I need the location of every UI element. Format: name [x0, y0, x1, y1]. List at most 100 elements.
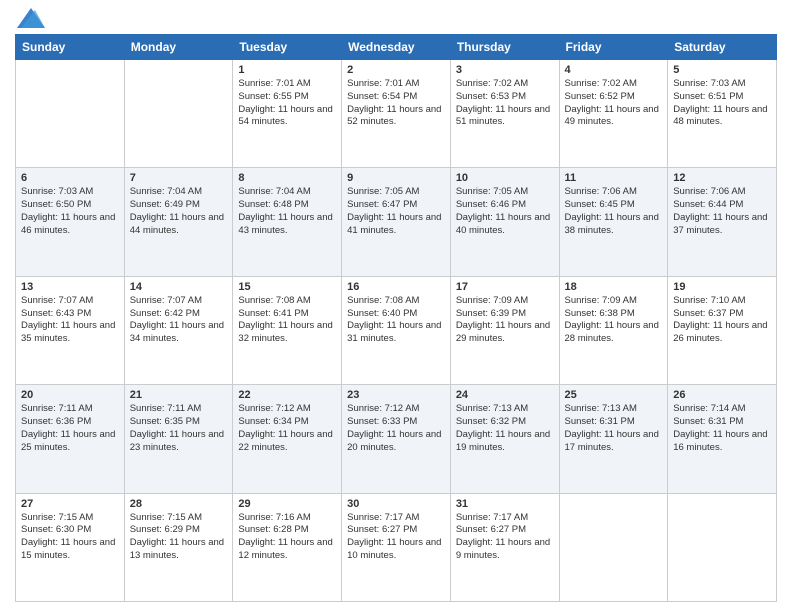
cell-info: Sunrise: 7:10 AMSunset: 6:37 PMDaylight:…: [673, 295, 771, 346]
cell-info: Sunrise: 7:02 AMSunset: 6:52 PMDaylight:…: [565, 78, 663, 129]
cell-info: Sunrise: 7:11 AMSunset: 6:35 PMDaylight:…: [130, 403, 228, 454]
week-row-1: 1Sunrise: 7:01 AMSunset: 6:55 PMDaylight…: [16, 60, 777, 168]
cell-day-number: 9: [347, 172, 445, 184]
cell-info: Sunrise: 7:06 AMSunset: 6:45 PMDaylight:…: [565, 186, 663, 237]
weekday-header-saturday: Saturday: [668, 35, 777, 60]
cell-day-number: 1: [238, 64, 336, 76]
calendar-cell: 4 Sunrise: 7:02 AMSunset: 6:52 PMDaylight…: [559, 60, 668, 168]
cell-info: Sunrise: 7:05 AMSunset: 6:46 PMDaylight:…: [456, 186, 554, 237]
calendar-cell: 28Sunrise: 7:15 AMSunset: 6:29 PMDayligh…: [124, 493, 233, 601]
cell-info: Sunrise: 7:13 AMSunset: 6:32 PMDaylight:…: [456, 403, 554, 454]
page: SundayMondayTuesdayWednesdayThursdayFrid…: [0, 0, 792, 612]
calendar-cell: [559, 493, 668, 601]
cell-info: Sunrise: 7:05 AMSunset: 6:47 PMDaylight:…: [347, 186, 445, 237]
calendar-cell: 22 Sunrise: 7:12 AMSunset: 6:34 PMDayligh…: [233, 385, 342, 493]
calendar-cell: 3 Sunrise: 7:02 AMSunset: 6:53 PMDaylight…: [450, 60, 559, 168]
weekday-header-thursday: Thursday: [450, 35, 559, 60]
cell-day-number: 27: [21, 498, 119, 510]
calendar-cell: 26 Sunrise: 7:14 AMSunset: 6:31 PMDayligh…: [668, 385, 777, 493]
cell-info: Sunrise: 7:09 AMSunset: 6:39 PMDaylight:…: [456, 295, 554, 346]
cell-info: Sunrise: 7:09 AMSunset: 6:38 PMDaylight:…: [565, 295, 663, 346]
cell-day-number: 11: [565, 172, 663, 184]
cell-day-number: 31: [456, 498, 554, 510]
week-row-2: 6Sunrise: 7:03 AMSunset: 6:50 PMDaylight…: [16, 168, 777, 276]
cell-day-number: 5: [673, 64, 771, 76]
cell-day-number: 10: [456, 172, 554, 184]
calendar-cell: 25 Sunrise: 7:13 AMSunset: 6:31 PMDayligh…: [559, 385, 668, 493]
cell-day-number: 29: [238, 498, 336, 510]
weekday-header-sunday: Sunday: [16, 35, 125, 60]
cell-info: Sunrise: 7:02 AMSunset: 6:53 PMDaylight:…: [456, 78, 554, 129]
cell-info: Sunrise: 7:16 AMSunset: 6:28 PMDaylight:…: [238, 512, 336, 563]
cell-info: Sunrise: 7:04 AMSunset: 6:49 PMDaylight:…: [130, 186, 228, 237]
calendar-cell: 16 Sunrise: 7:08 AMSunset: 6:40 PMDayligh…: [342, 276, 451, 384]
cell-day-number: 18: [565, 281, 663, 293]
cell-info: Sunrise: 7:13 AMSunset: 6:31 PMDaylight:…: [565, 403, 663, 454]
calendar-cell: [124, 60, 233, 168]
cell-day-number: 17: [456, 281, 554, 293]
calendar-cell: 5 Sunrise: 7:03 AMSunset: 6:51 PMDaylight…: [668, 60, 777, 168]
cell-day-number: 8: [238, 172, 336, 184]
cell-day-number: 16: [347, 281, 445, 293]
cell-info: Sunrise: 7:12 AMSunset: 6:34 PMDaylight:…: [238, 403, 336, 454]
weekday-header-tuesday: Tuesday: [233, 35, 342, 60]
calendar-cell: 2 Sunrise: 7:01 AMSunset: 6:54 PMDaylight…: [342, 60, 451, 168]
cell-info: Sunrise: 7:15 AMSunset: 6:29 PMDaylight:…: [130, 512, 228, 563]
cell-day-number: 14: [130, 281, 228, 293]
calendar-cell: 13 Sunrise: 7:07 AMSunset: 6:43 PMDayligh…: [16, 276, 125, 384]
cell-day-number: 19: [673, 281, 771, 293]
cell-day-number: 30: [347, 498, 445, 510]
cell-info: Sunrise: 7:17 AMSunset: 6:27 PMDaylight:…: [456, 512, 554, 563]
calendar-cell: [668, 493, 777, 601]
calendar-cell: [16, 60, 125, 168]
cell-day-number: 25: [565, 389, 663, 401]
calendar-cell: 15 Sunrise: 7:08 AMSunset: 6:41 PMDayligh…: [233, 276, 342, 384]
calendar-cell: 29 Sunrise: 7:16 AMSunset: 6:28 PMDayligh…: [233, 493, 342, 601]
week-row-4: 20Sunrise: 7:11 AMSunset: 6:36 PMDayligh…: [16, 385, 777, 493]
calendar-table: SundayMondayTuesdayWednesdayThursdayFrid…: [15, 34, 777, 602]
cell-info: Sunrise: 7:08 AMSunset: 6:41 PMDaylight:…: [238, 295, 336, 346]
cell-day-number: 15: [238, 281, 336, 293]
calendar-cell: 7 Sunrise: 7:04 AMSunset: 6:49 PMDaylight…: [124, 168, 233, 276]
cell-day-number: 23: [347, 389, 445, 401]
cell-day-number: 13: [21, 281, 119, 293]
cell-info: Sunrise: 7:07 AMSunset: 6:42 PMDaylight:…: [130, 295, 228, 346]
cell-day-number: 6: [21, 172, 119, 184]
calendar-cell: 1Sunrise: 7:01 AMSunset: 6:55 PMDaylight…: [233, 60, 342, 168]
calendar-cell: 24Sunrise: 7:13 AMSunset: 6:32 PMDayligh…: [450, 385, 559, 493]
cell-day-number: 7: [130, 172, 228, 184]
calendar-cell: 8Sunrise: 7:04 AMSunset: 6:48 PMDaylight…: [233, 168, 342, 276]
calendar-cell: 27 Sunrise: 7:15 AMSunset: 6:30 PMDayligh…: [16, 493, 125, 601]
cell-info: Sunrise: 7:15 AMSunset: 6:30 PMDaylight:…: [21, 512, 119, 563]
weekday-header-wednesday: Wednesday: [342, 35, 451, 60]
calendar-cell: 18 Sunrise: 7:09 AMSunset: 6:38 PMDayligh…: [559, 276, 668, 384]
calendar-cell: 9 Sunrise: 7:05 AMSunset: 6:47 PMDaylight…: [342, 168, 451, 276]
week-row-5: 27 Sunrise: 7:15 AMSunset: 6:30 PMDayligh…: [16, 493, 777, 601]
cell-info: Sunrise: 7:14 AMSunset: 6:31 PMDaylight:…: [673, 403, 771, 454]
calendar-cell: 21 Sunrise: 7:11 AMSunset: 6:35 PMDayligh…: [124, 385, 233, 493]
weekday-header-monday: Monday: [124, 35, 233, 60]
weekday-header-row: SundayMondayTuesdayWednesdayThursdayFrid…: [16, 35, 777, 60]
cell-day-number: 12: [673, 172, 771, 184]
cell-info: Sunrise: 7:11 AMSunset: 6:36 PMDaylight:…: [21, 403, 119, 454]
cell-info: Sunrise: 7:01 AMSunset: 6:54 PMDaylight:…: [347, 78, 445, 129]
cell-day-number: 26: [673, 389, 771, 401]
cell-info: Sunrise: 7:12 AMSunset: 6:33 PMDaylight:…: [347, 403, 445, 454]
cell-day-number: 22: [238, 389, 336, 401]
cell-info: Sunrise: 7:08 AMSunset: 6:40 PMDaylight:…: [347, 295, 445, 346]
calendar-cell: 12 Sunrise: 7:06 AMSunset: 6:44 PMDayligh…: [668, 168, 777, 276]
cell-day-number: 3: [456, 64, 554, 76]
cell-day-number: 2: [347, 64, 445, 76]
calendar-cell: 10 Sunrise: 7:05 AMSunset: 6:46 PMDayligh…: [450, 168, 559, 276]
logo-icon: [17, 8, 45, 28]
cell-day-number: 21: [130, 389, 228, 401]
cell-info: Sunrise: 7:03 AMSunset: 6:51 PMDaylight:…: [673, 78, 771, 129]
cell-info: Sunrise: 7:07 AMSunset: 6:43 PMDaylight:…: [21, 295, 119, 346]
logo: [15, 10, 45, 26]
calendar-cell: 23 Sunrise: 7:12 AMSunset: 6:33 PMDayligh…: [342, 385, 451, 493]
calendar-cell: 30 Sunrise: 7:17 AMSunset: 6:27 PMDayligh…: [342, 493, 451, 601]
cell-day-number: 4: [565, 64, 663, 76]
cell-info: Sunrise: 7:17 AMSunset: 6:27 PMDaylight:…: [347, 512, 445, 563]
cell-info: Sunrise: 7:06 AMSunset: 6:44 PMDaylight:…: [673, 186, 771, 237]
calendar-cell: 6Sunrise: 7:03 AMSunset: 6:50 PMDaylight…: [16, 168, 125, 276]
